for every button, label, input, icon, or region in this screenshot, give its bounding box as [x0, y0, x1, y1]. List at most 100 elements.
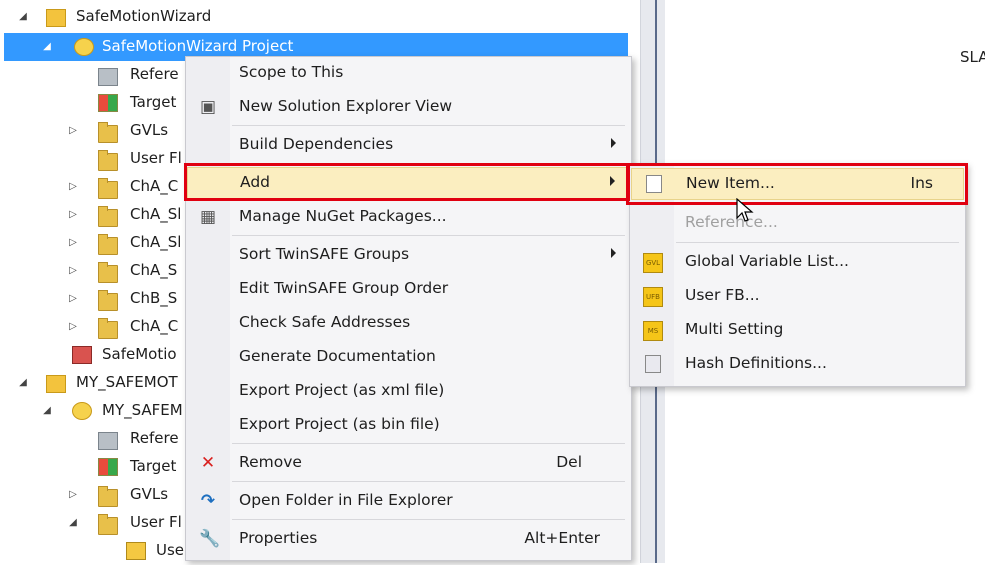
- safemotion-icon: [72, 346, 92, 364]
- target-icon: [98, 458, 118, 476]
- menu-item-label: Export Project (as xml file): [239, 381, 445, 399]
- annotation-box-new-item: [626, 163, 968, 205]
- expander-icon[interactable]: ▷: [68, 181, 78, 193]
- context-menu: Scope to This ▣ New Solution Explorer Vi…: [185, 56, 632, 561]
- new-view-icon: ▣: [199, 97, 217, 117]
- submenu-arrow-icon: [611, 248, 616, 258]
- tree-item-label: Use: [156, 541, 185, 559]
- expander-icon[interactable]: ▷: [68, 237, 78, 249]
- expander-icon[interactable]: ◢: [18, 377, 28, 389]
- folder-open-icon: [98, 514, 118, 535]
- references-icon: [98, 432, 118, 450]
- menu-separator: [676, 242, 959, 243]
- menu-item-remove[interactable]: ✕ Remove Del: [187, 448, 630, 478]
- folder-icon: [98, 234, 118, 255]
- tree-item-label: Target: [130, 457, 177, 475]
- menu-item-edit-twinsafe-group-order[interactable]: Edit TwinSAFE Group Order: [187, 274, 630, 304]
- tree-item-label: GVLs: [130, 485, 169, 503]
- menu-item-label: Hash Definitions...: [685, 354, 827, 372]
- menu-item-generate-documentation[interactable]: Generate Documentation: [187, 342, 630, 372]
- target-icon: [98, 94, 118, 112]
- wrench-icon: 🔧: [199, 529, 221, 549]
- menu-item-user-fb[interactable]: UFB User FB...: [631, 281, 964, 311]
- menu-separator: [232, 125, 625, 126]
- tree-item-label: Target: [130, 93, 177, 111]
- tree-item-label: Refere: [130, 65, 179, 83]
- tree-item-label: ChA_S: [130, 261, 178, 279]
- tree-item-label: User Fl: [130, 149, 182, 167]
- folder-icon: [98, 262, 118, 283]
- menu-item-label: Properties: [239, 529, 318, 547]
- menu-item-label: Scope to This: [239, 63, 344, 81]
- tree-item-label: SafeMotionWizard Project: [102, 37, 294, 55]
- menu-item-properties[interactable]: 🔧 Properties Alt+Enter: [187, 524, 630, 554]
- menu-item-label: Generate Documentation: [239, 347, 436, 365]
- menu-separator: [232, 481, 625, 482]
- menu-item-label: Manage NuGet Packages...: [239, 207, 447, 225]
- multi-setting-icon: MS: [643, 321, 663, 341]
- menu-item-scope-to-this[interactable]: Scope to This: [187, 58, 630, 88]
- nuget-icon: ▦: [199, 207, 217, 227]
- expander-icon[interactable]: ◢: [68, 517, 78, 529]
- menu-item-global-variable-list[interactable]: GVL Global Variable List...: [631, 247, 964, 277]
- tree-item-solution[interactable]: ◢ SafeMotionWizard: [0, 3, 632, 31]
- expander-icon[interactable]: ◢: [18, 11, 28, 23]
- menu-item-export-project-bin[interactable]: Export Project (as bin file): [187, 410, 630, 440]
- expander-icon[interactable]: ▷: [68, 489, 78, 501]
- menu-item-label: Reference...: [685, 213, 778, 231]
- submenu-arrow-icon: [611, 138, 616, 148]
- menu-separator: [232, 519, 625, 520]
- menu-item-label: User FB...: [685, 286, 760, 304]
- tree-item-label: SafeMotionWizard: [76, 7, 212, 25]
- menu-item-open-folder-in-file-explorer[interactable]: ↷ Open Folder in File Explorer: [187, 486, 630, 516]
- expander-icon[interactable]: ▷: [68, 265, 78, 277]
- folder-icon: [98, 318, 118, 339]
- user-fb-icon: [126, 542, 146, 560]
- menu-item-shortcut: Alt+Enter: [524, 529, 600, 547]
- references-icon: [98, 68, 118, 86]
- menu-item-label: Export Project (as bin file): [239, 415, 440, 433]
- tree-item-label: GVLs: [130, 121, 169, 139]
- user-fb-icon: UFB: [643, 287, 663, 307]
- expander-icon[interactable]: ◢: [42, 405, 52, 417]
- tree-item-label: ChA_Sl: [130, 233, 182, 251]
- menu-item-manage-nuget-packages[interactable]: ▦ Manage NuGet Packages...: [187, 202, 630, 232]
- tree-item-label: MY_SAFEM: [102, 401, 183, 419]
- menu-item-new-solution-explorer-view[interactable]: ▣ New Solution Explorer View: [187, 92, 630, 122]
- menu-item-label: Edit TwinSAFE Group Order: [239, 279, 449, 297]
- folder-icon: [98, 290, 118, 311]
- open-folder-icon: ↷: [200, 491, 216, 511]
- tree-item-label: Refere: [130, 429, 179, 447]
- folder-icon: [98, 150, 118, 171]
- menu-item-label: Remove: [239, 453, 302, 471]
- menu-item-hash-definitions[interactable]: Hash Definitions...: [631, 349, 964, 379]
- menu-separator: [232, 235, 625, 236]
- menu-item-multi-setting[interactable]: MS Multi Setting: [631, 315, 964, 345]
- editor-pane-text: SLA: [960, 48, 985, 66]
- menu-item-label: Open Folder in File Explorer: [239, 491, 453, 509]
- expander-icon[interactable]: ▷: [68, 125, 78, 137]
- expander-icon[interactable]: ▷: [68, 321, 78, 333]
- menu-item-export-project-xml[interactable]: Export Project (as xml file): [187, 376, 630, 406]
- hash-definitions-icon: [645, 355, 661, 373]
- project-icon: [74, 38, 94, 56]
- menu-item-label: Multi Setting: [685, 320, 784, 338]
- menu-item-sort-twinsafe-groups[interactable]: Sort TwinSAFE Groups: [187, 240, 630, 270]
- annotation-box-add: [184, 163, 630, 201]
- menu-item-build-dependencies[interactable]: Build Dependencies: [187, 130, 630, 160]
- mouse-cursor-icon: [736, 198, 754, 222]
- gvl-icon: GVL: [643, 253, 663, 273]
- expander-icon[interactable]: ▷: [68, 293, 78, 305]
- folder-icon: [98, 122, 118, 143]
- menu-item-label: New Solution Explorer View: [239, 97, 453, 115]
- expander-icon[interactable]: ◢: [42, 41, 52, 53]
- menu-item-reference: Reference...: [631, 208, 964, 238]
- tree-item-label: MY_SAFEMOT: [76, 373, 178, 391]
- menu-item-label: Sort TwinSAFE Groups: [239, 245, 410, 263]
- project-icon: [72, 402, 92, 420]
- folder-icon: [98, 206, 118, 227]
- expander-icon[interactable]: ▷: [68, 209, 78, 221]
- menu-item-check-safe-addresses[interactable]: Check Safe Addresses: [187, 308, 630, 338]
- tree-item-label: User Fl: [130, 513, 182, 531]
- tree-item-label: ChA_C: [130, 317, 179, 335]
